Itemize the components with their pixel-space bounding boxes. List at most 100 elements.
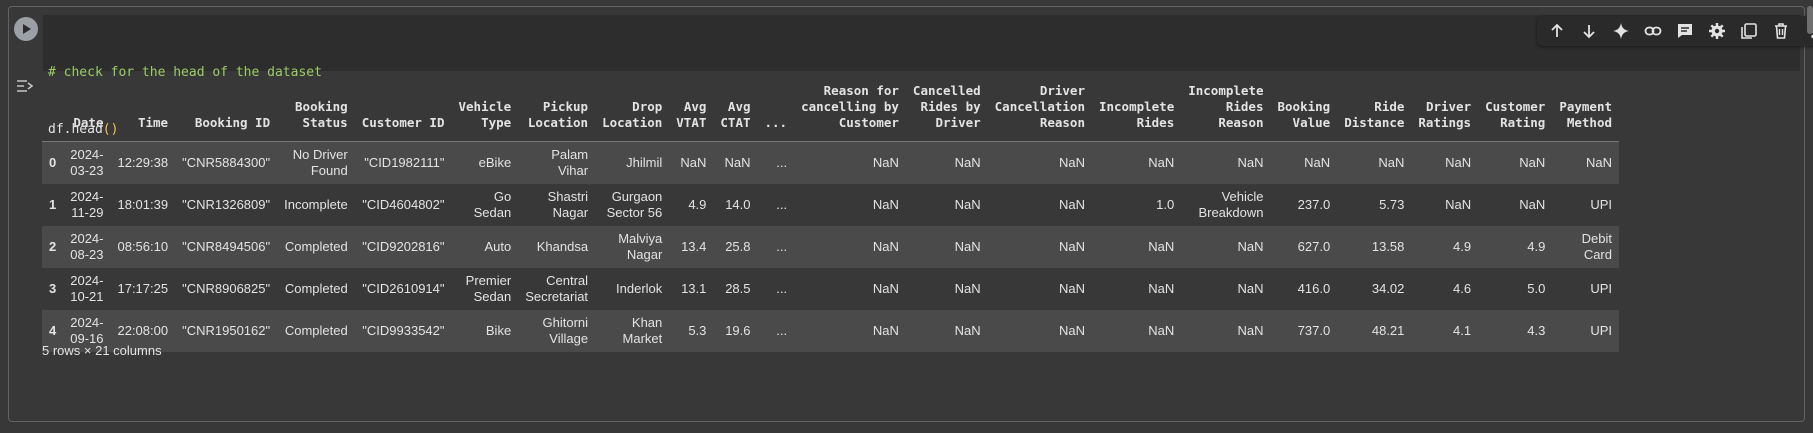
cell-line: 5.0 [1527,280,1546,296]
table-cell: "CNR1326809" [175,184,277,226]
table-cell: 4.9 [669,184,713,226]
table-cell: "CID2610914" [355,268,452,310]
column-header: Incomplete Rides Reason [1181,75,1271,142]
table-cell: NaN [1271,142,1338,184]
table-cell: 4.9 [1478,226,1552,268]
table-cell: NaN [794,226,906,268]
comment-icon[interactable] [1674,20,1696,42]
table-row: 1 2024- 11-29 18:01:39 "CNR1326809" Incomplet… [42,183,1619,226]
table-cell: 737.0 [1271,310,1338,352]
table-cell: 4.3 [1478,310,1552,352]
cell-line: NaN [1445,196,1472,212]
table-cell: NaN [1411,142,1478,184]
arrow-down-icon[interactable] [1578,20,1600,42]
table-cell: 237.0 [1271,184,1338,226]
table-cell: UPI [1552,268,1619,310]
table-cell: 13.1 [669,268,713,310]
cell-line: NaN [872,238,899,254]
column-header-line: Date [73,115,104,130]
arrow-up-icon[interactable] [1546,20,1568,42]
notebook-cell: # check for the head of the dataset df.h… [8,6,1813,422]
table-cell: Incomplete [277,184,355,226]
cell-line: Sedan [473,204,512,220]
column-header-line: Method [1566,115,1612,130]
cell-line: Nagar [552,204,589,220]
cell-line: NaN [1237,238,1264,254]
gear-icon[interactable] [1706,20,1728,42]
table-cell: "CNR8906825" [175,268,277,310]
delete-icon[interactable] [1770,20,1792,42]
column-header: Booking Value [1270,75,1338,142]
table-cell: 5.3 [669,310,713,352]
cell-line: Sector 56 [606,204,663,220]
table-cell: NaN [669,142,713,184]
table-cell: NaN [988,142,1092,184]
cell-line: NaN [1058,154,1085,170]
column-header-line: Rides [1225,99,1264,114]
table-cell: 12:29:38 [110,142,175,184]
column-header-line: Rides by [920,99,981,114]
cell-line: Palam [551,146,589,162]
cell-line: NaN [1304,154,1331,170]
cell-line: Market [622,330,663,346]
column-header-line: Booking [1277,99,1331,114]
table-row: 3 2024- 10-21 17:17:25 "CNR8906825" Completed… [42,267,1619,310]
column-header-line: Customer [1485,99,1546,114]
cell-line: NaN [680,154,707,170]
table-cell: Jhilmil [595,142,669,184]
cell-line: 25.8 [725,238,751,254]
cell-line: Premier [465,272,512,288]
table-header-row: Date Time Booking ID Booking Status Customer … [42,75,1619,142]
code-editor[interactable]: # check for the head of the dataset df.h… [43,15,1813,137]
column-header-line: Reason for [823,83,899,98]
output-actions-icon[interactable] [14,75,36,97]
column-header-line: Pickup [542,99,589,114]
table-cell: ... [758,226,795,268]
cell-line: Secretariat [525,288,589,304]
table-cell: NaN [1092,268,1181,310]
cell-line: NaN [1148,280,1175,296]
mirror-cell-icon[interactable] [1738,20,1760,42]
table-cell: Completed [277,268,355,310]
table-cell: "CID4604802" [355,184,452,226]
link-icon[interactable] [1642,20,1664,42]
cell-line: ... [776,280,788,296]
cell-line: 2024- [70,230,104,246]
column-header-line: Rides [1136,115,1175,130]
cell-line: Ghitorni [542,314,589,330]
run-cell-button[interactable] [14,17,38,41]
cell-line: NaN [954,322,981,338]
cell-line: ... [776,196,788,212]
column-header: Avg VTAT [669,75,714,142]
column-header-line: Avg [727,99,751,114]
column-header-line: VTAT [676,115,707,130]
table-cell: 2024- 08-23 [63,226,110,268]
table-row: 4 2024- 09-16 22:08:00 "CNR1950162" Completed… [42,309,1619,352]
cell-line: 4.9 [1527,238,1546,254]
table-row: 2 2024- 08-23 08:56:10 "CNR8494506" Completed… [42,225,1619,268]
cell-line: 627.0 [1297,238,1331,254]
column-header-line: Status [302,115,348,130]
table-cell: NaN [1181,268,1270,310]
column-header-line: Rating [1500,115,1546,130]
cell-line: Inderlok [616,280,663,296]
cell-line: "CID1982111" [364,154,445,170]
table-cell: eBike [452,142,519,184]
table-cell: 19.6 [713,310,757,352]
column-header-line: Driver [1425,99,1472,114]
column-header-line: Cancelled [912,83,981,98]
cell-line: Incomplete [284,196,348,212]
table-cell: NaN [1092,310,1181,352]
table-cell: NaN [794,268,906,310]
column-header-line: CTAT [720,115,751,130]
table-cell: 2024- 03-23 [63,142,110,184]
table-cell: NaN [1092,142,1181,184]
table-cell: Khan Market [595,310,669,352]
table-cell: Bike [452,310,519,352]
table-cell: NaN [794,142,906,184]
vertical-scrollbar[interactable] [1807,6,1813,34]
sparkle-icon[interactable] [1610,20,1632,42]
table-cell: NaN [988,268,1092,310]
table-cell: Central Secretariat [518,268,595,310]
table-cell: 627.0 [1271,226,1338,268]
